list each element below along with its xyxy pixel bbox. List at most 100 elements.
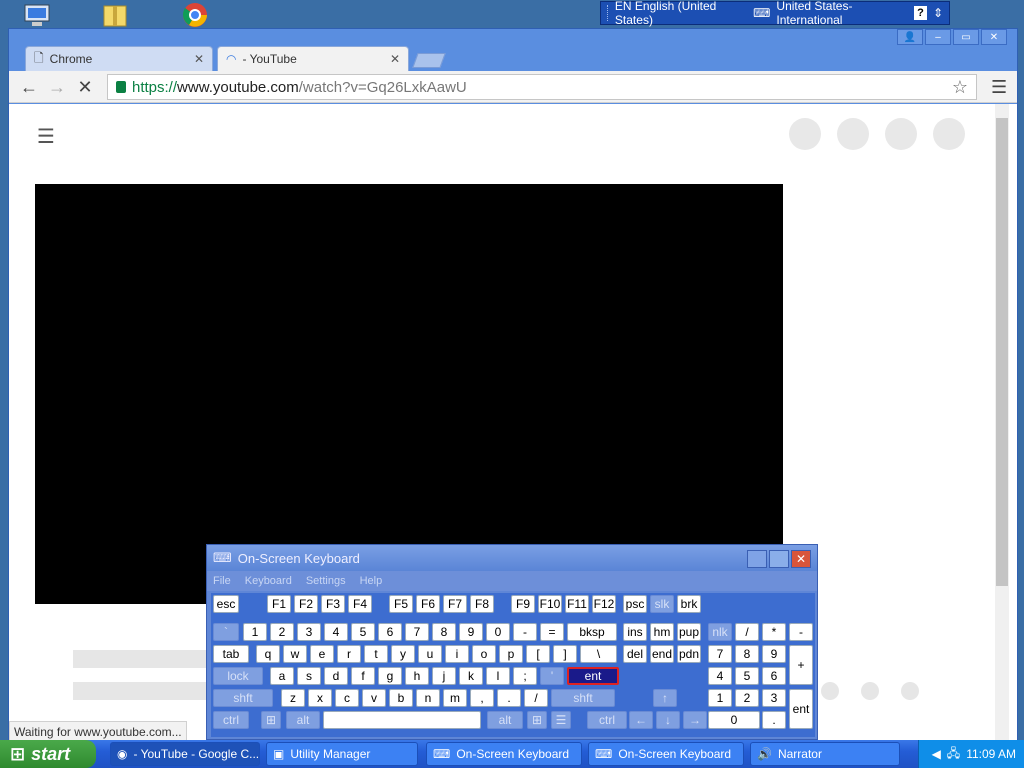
menu-help[interactable]: Help	[360, 575, 383, 587]
key-u39[interactable]: '	[540, 667, 564, 685]
key-o[interactable]: o	[472, 645, 496, 663]
key-s[interactable]: s	[297, 667, 321, 685]
key-7[interactable]: 7	[405, 623, 429, 641]
network-icon[interactable]: 🖧	[947, 744, 960, 765]
key-u42[interactable]: *	[762, 623, 786, 641]
key-4[interactable]: 4	[324, 623, 348, 641]
key-3[interactable]: 3	[762, 689, 786, 707]
menu-icon[interactable]: ☰	[991, 77, 1007, 98]
key-end[interactable]: end	[650, 645, 674, 663]
key-pup[interactable]: pup	[677, 623, 701, 641]
key-2[interactable]: 2	[270, 623, 294, 641]
task-osk-2[interactable]: ⌨ On-Screen Keyboard	[588, 742, 744, 766]
key-v[interactable]: v	[362, 689, 386, 707]
space-bar[interactable]	[323, 711, 481, 729]
folder-icon[interactable]	[100, 2, 130, 28]
address-bar[interactable]: https://www.youtube.com/watch?v=Gq26LxkA…	[107, 74, 977, 100]
key-del[interactable]: del	[623, 645, 647, 663]
language-bar[interactable]: EN English (United States) ⌨ United Stat…	[600, 0, 950, 27]
bookmark-star-icon[interactable]: ☆	[952, 77, 968, 98]
key-F5[interactable]: F5	[389, 595, 413, 613]
task-osk-1[interactable]: ⌨ On-Screen Keyboard	[426, 742, 582, 766]
key-y[interactable]: y	[391, 645, 415, 663]
key-nlk[interactable]: nlk	[708, 623, 732, 641]
key-u61[interactable]: =	[540, 623, 564, 641]
key-shft[interactable]: shft	[551, 689, 615, 707]
key-ctrl[interactable]: ctrl	[213, 711, 249, 729]
key-F3[interactable]: F3	[321, 595, 345, 613]
key-e[interactable]: e	[310, 645, 334, 663]
key-u47[interactable]: /	[735, 623, 759, 641]
key-shft[interactable]: shft	[213, 689, 273, 707]
key-9[interactable]: 9	[762, 645, 786, 663]
key-f[interactable]: f	[351, 667, 375, 685]
guide-menu-icon[interactable]: ☰	[37, 124, 57, 149]
key-4[interactable]: 4	[708, 667, 732, 685]
key-ins[interactable]: ins	[623, 623, 647, 641]
key-u45[interactable]: -	[789, 623, 813, 641]
menu-keyboard[interactable]: Keyboard	[245, 575, 292, 587]
key-i[interactable]: i	[445, 645, 469, 663]
key-bksp[interactable]: bksp	[567, 623, 617, 641]
key-slk[interactable]: slk	[650, 595, 674, 613]
key-9[interactable]: 9	[459, 623, 483, 641]
key-p[interactable]: p	[499, 645, 523, 663]
key-u8592[interactable]: ←	[629, 711, 653, 729]
key-2[interactable]: 2	[735, 689, 759, 707]
key-u8594[interactable]: →	[683, 711, 707, 729]
key-6[interactable]: 6	[762, 667, 786, 685]
start-button[interactable]: ⊞ start	[0, 740, 96, 768]
tab-chrome[interactable]: 🗋 Chrome ✕	[25, 46, 213, 71]
key-8[interactable]: 8	[735, 645, 759, 663]
task-narrator[interactable]: 🔊 Narrator	[750, 742, 900, 766]
key-1[interactable]: 1	[708, 689, 732, 707]
key-r[interactable]: r	[337, 645, 361, 663]
help-icon[interactable]: ?	[913, 6, 927, 20]
key-u[interactable]: u	[418, 645, 442, 663]
key-u46[interactable]: .	[497, 689, 521, 707]
key-a[interactable]: a	[270, 667, 294, 685]
windows-key-icon[interactable]: ⊞	[527, 711, 547, 729]
key-alt[interactable]: alt	[487, 711, 523, 729]
key-l[interactable]: l	[486, 667, 510, 685]
key-u96[interactable]: `	[213, 623, 239, 641]
scrollbar-thumb[interactable]	[996, 118, 1008, 586]
key-b[interactable]: b	[389, 689, 413, 707]
key-alt[interactable]: alt	[286, 711, 320, 729]
windows-key-icon[interactable]: ⊞	[261, 711, 281, 729]
menu-settings[interactable]: Settings	[306, 575, 346, 587]
menu-file[interactable]: File	[213, 575, 231, 587]
video-player[interactable]	[35, 184, 783, 604]
key-F10[interactable]: F10	[538, 595, 562, 613]
clock[interactable]: 11:09 AM	[966, 747, 1016, 761]
key-F11[interactable]: F11	[565, 595, 589, 613]
keyboard-layout[interactable]: United States-International	[776, 0, 908, 27]
key-z[interactable]: z	[281, 689, 305, 707]
key-F12[interactable]: F12	[592, 595, 616, 613]
tab-youtube[interactable]: ◠ - YouTube ✕	[217, 46, 409, 71]
key-7[interactable]: 7	[708, 645, 732, 663]
key-F9[interactable]: F9	[511, 595, 535, 613]
key-0[interactable]: 0	[708, 711, 760, 729]
close-button[interactable]: ✕	[791, 550, 811, 568]
key-6[interactable]: 6	[378, 623, 402, 641]
key-F6[interactable]: F6	[416, 595, 440, 613]
key-tab[interactable]: tab	[213, 645, 249, 663]
key-F1[interactable]: F1	[267, 595, 291, 613]
chrome-icon[interactable]	[180, 2, 210, 28]
minimize-button[interactable]	[747, 550, 767, 568]
close-tab-icon[interactable]: ✕	[390, 52, 400, 66]
key-h[interactable]: h	[405, 667, 429, 685]
stop-button[interactable]: ✕	[73, 75, 97, 99]
key-F7[interactable]: F7	[443, 595, 467, 613]
key-ent[interactable]: ent	[789, 689, 813, 729]
key-u44[interactable]: ,	[470, 689, 494, 707]
key-c[interactable]: c	[335, 689, 359, 707]
key-d[interactable]: d	[324, 667, 348, 685]
key-ctrl[interactable]: ctrl	[587, 711, 627, 729]
new-tab-button[interactable]	[412, 53, 446, 68]
key-u45[interactable]: -	[513, 623, 537, 641]
task-chrome[interactable]: ◉ - YouTube - Google C...	[110, 742, 260, 766]
key-8[interactable]: 8	[432, 623, 456, 641]
tray-expand-icon[interactable]: ◀	[932, 747, 941, 761]
